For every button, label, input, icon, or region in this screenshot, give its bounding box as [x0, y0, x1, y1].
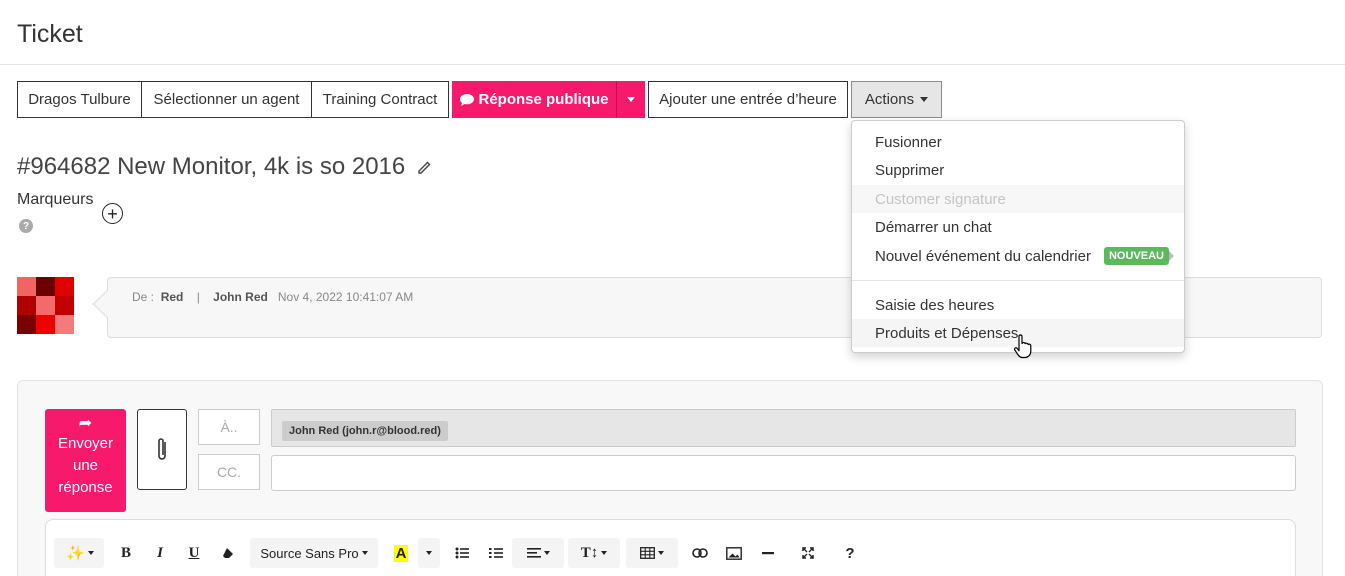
send-reply-label: Envoyer une réponse: [57, 435, 114, 496]
ticket-title: #964682 New Monitor, 4k is so 2016: [17, 153, 406, 180]
table-icon[interactable]: [626, 538, 678, 568]
avatar-pixel: [17, 315, 36, 334]
editor-help-button[interactable]: ?: [838, 538, 862, 568]
contract-button[interactable]: Training Contract: [311, 81, 449, 118]
message-pointer: [92, 289, 122, 319]
paperclip-icon: [158, 437, 166, 460]
comment-icon: [460, 93, 475, 106]
avatar-pixel: [55, 277, 74, 296]
avatar-pixel: [17, 296, 36, 315]
menu-item-label: Nouvel événement du calendrier: [875, 247, 1091, 265]
menu-item-label: Démarrer un chat: [875, 218, 992, 236]
page-title: Ticket: [17, 20, 83, 48]
message-meta: De : Red | John Red Nov 4, 2022 10:41:07…: [132, 290, 413, 304]
avatar-pixel: [36, 315, 55, 334]
avatar-pixel: [17, 277, 36, 296]
share-arrow-icon: ➦: [78, 415, 93, 432]
help-icon[interactable]: ?: [19, 219, 33, 233]
avatar-pixel: [55, 296, 74, 315]
avatar: [17, 277, 74, 334]
menu-item-label: Fusionner: [875, 133, 942, 151]
editor-toolbar: ✨ B I U Source Sans Pro A T↕ ?: [45, 519, 1296, 576]
menu-item-time-entry[interactable]: Saisie des heures: [852, 291, 1184, 319]
avatar-pixel: [36, 296, 55, 315]
add-time-entry-button[interactable]: Ajouter une entrée d’heure: [648, 81, 848, 118]
assign-agent-button[interactable]: Sélectionner un agent: [141, 81, 312, 118]
image-icon[interactable]: [722, 538, 746, 568]
menu-item-customer-signature: Customer signature: [852, 185, 1184, 213]
menu-item-calendar-event[interactable]: Nouvel événement du calendrier NOUVEAU: [852, 242, 1184, 270]
menu-item-delete[interactable]: Supprimer: [852, 156, 1184, 184]
reply-panel: ➦ Envoyer une réponse À.. CC. John Red (…: [17, 380, 1323, 576]
recipient-chip[interactable]: John Red (john.r@blood.red): [282, 421, 448, 441]
send-reply-button[interactable]: ➦ Envoyer une réponse: [45, 409, 126, 512]
tags-label: Marqueurs: [17, 191, 94, 208]
underline-button[interactable]: U: [182, 538, 206, 568]
meta-separator: |: [196, 290, 200, 304]
actions-button[interactable]: Actions: [851, 81, 942, 118]
message-author: John Red: [213, 290, 268, 304]
magic-wand-icon[interactable]: ✨: [60, 538, 100, 568]
menu-item-merge[interactable]: Fusionner: [852, 128, 1184, 156]
bold-button[interactable]: B: [114, 538, 138, 568]
chevron-down-icon: [920, 97, 929, 102]
menu-item-label: Produits et Dépenses: [875, 324, 1019, 342]
to-field[interactable]: John Red (john.r@blood.red): [271, 409, 1296, 447]
menu-item-start-chat[interactable]: Démarrer un chat: [852, 213, 1184, 241]
highlight-icon: A: [393, 544, 409, 562]
numbered-list-icon[interactable]: [484, 538, 508, 568]
cc-button[interactable]: CC.: [198, 454, 260, 490]
menu-item-label: Supprimer: [875, 161, 945, 179]
from-name: Red: [160, 290, 184, 304]
link-icon[interactable]: [688, 538, 712, 568]
menu-item-label: Saisie des heures: [875, 296, 995, 314]
text-size-icon[interactable]: T↕: [568, 538, 620, 568]
page-header: Ticket: [0, 0, 1345, 65]
cc-field[interactable]: [271, 455, 1296, 491]
eraser-icon[interactable]: [216, 538, 240, 568]
public-reply-label: Réponse publique: [478, 91, 609, 108]
menu-item-label: Customer signature: [875, 190, 1006, 208]
reply-options-toggle[interactable]: [616, 81, 645, 118]
text-size-glyph: T↕: [580, 544, 599, 561]
highlight-dropdown[interactable]: [418, 538, 440, 568]
from-label: De :: [132, 290, 155, 304]
align-icon[interactable]: [512, 538, 564, 568]
highlight-color-button[interactable]: A: [386, 538, 416, 568]
chevron-down-icon: [626, 97, 635, 102]
actions-dropdown-menu: Fusionner Supprimer Customer signature D…: [851, 120, 1185, 353]
horizontal-rule-icon[interactable]: [756, 538, 780, 568]
to-button[interactable]: À..: [198, 409, 260, 445]
font-family-select[interactable]: Source Sans Pro: [250, 538, 378, 568]
actions-label: Actions: [864, 91, 915, 108]
public-reply-button[interactable]: Réponse publique: [452, 81, 616, 118]
menu-divider: [852, 280, 1184, 281]
avatar-pixel: [36, 277, 55, 296]
italic-button[interactable]: I: [148, 538, 172, 568]
fullscreen-icon[interactable]: [796, 538, 820, 568]
message-timestamp: Nov 4, 2022 10:41:07 AM: [277, 290, 414, 304]
attach-button[interactable]: [137, 409, 187, 490]
add-tag-icon[interactable]: +: [102, 203, 123, 224]
customer-button[interactable]: Dragos Tulbure: [17, 81, 142, 118]
font-family-value: Source Sans Pro: [260, 545, 359, 561]
new-badge: NOUVEAU: [1103, 247, 1169, 265]
bullet-list-icon[interactable]: [450, 538, 474, 568]
hand-pointer-icon: [1013, 334, 1032, 359]
chevron-right-icon: [1169, 251, 1174, 261]
edit-pencil-icon[interactable]: [416, 160, 432, 176]
avatar-pixel: [55, 315, 74, 334]
